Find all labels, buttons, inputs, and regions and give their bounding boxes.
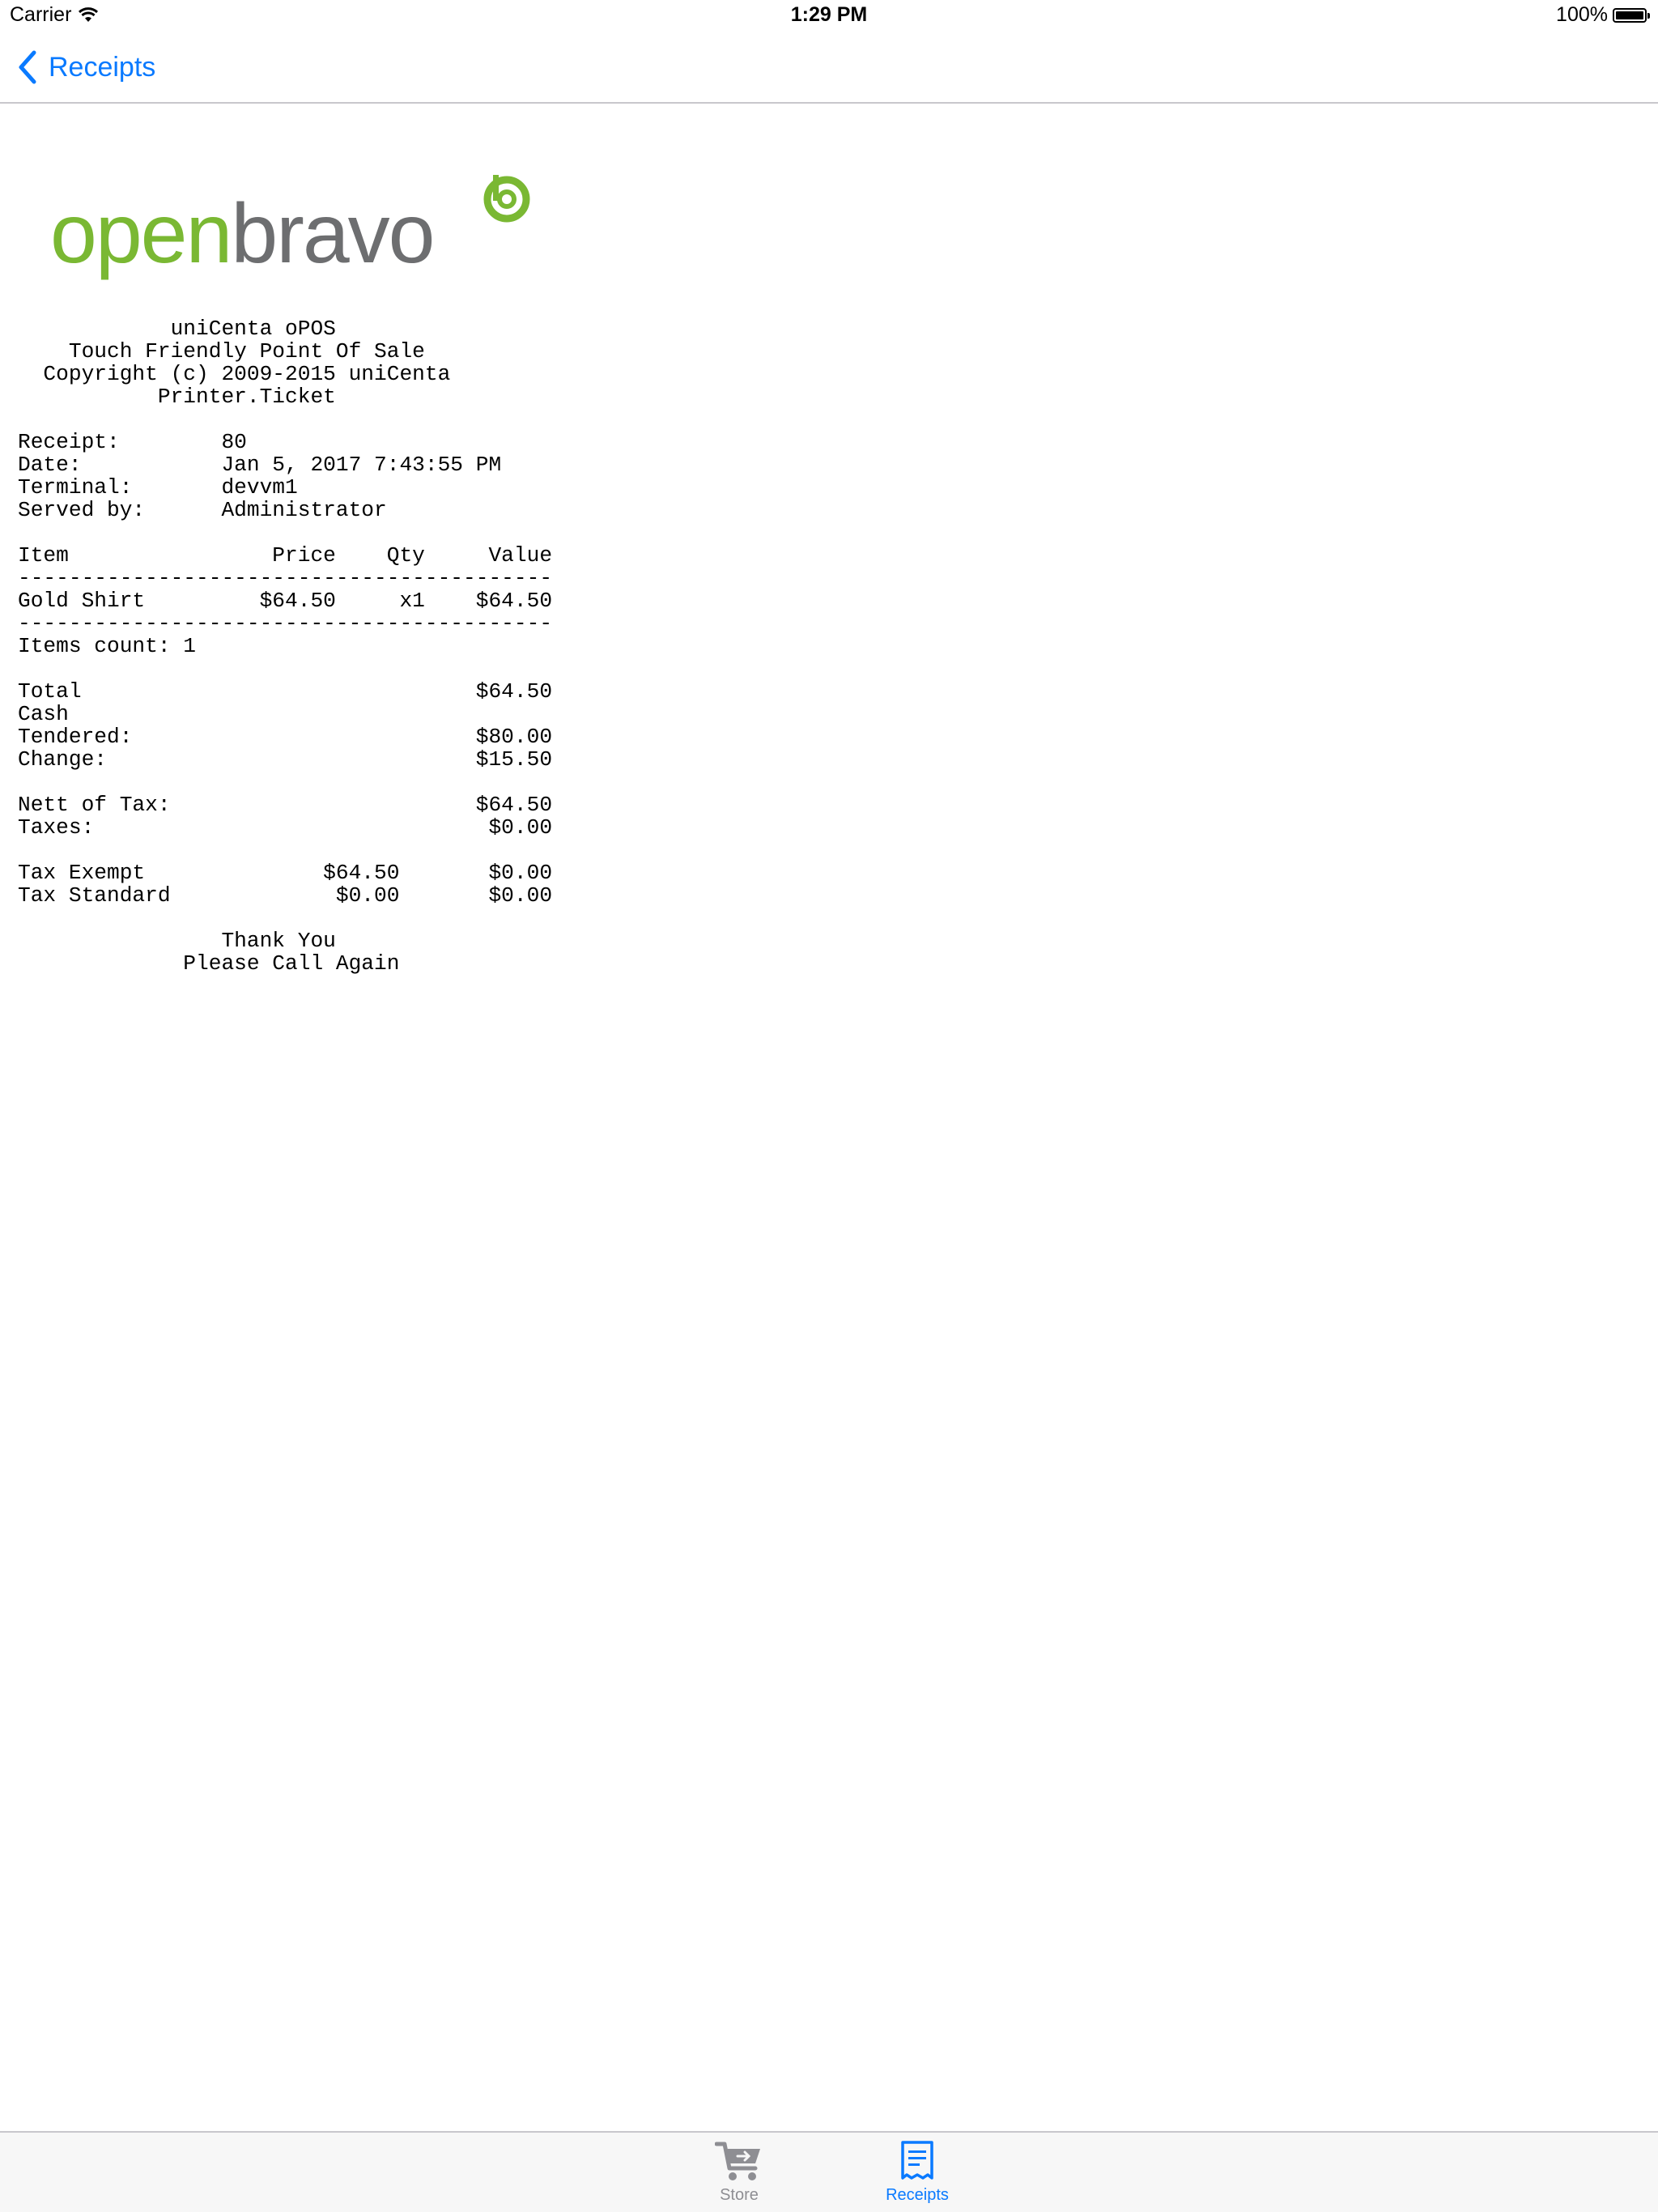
back-button-label: Receipts [49,51,156,83]
receipt-line [18,839,552,861]
status-bar: Carrier 1:29 PM 100% [0,0,1658,32]
svg-text:openbravo: openbravo [50,187,434,281]
receipt-line: Item Price Qty Value [18,543,553,568]
receipt-line: Gold Shirt $64.50 x1 $64.50 [18,589,553,613]
receipt-line: Terminal: devvm1 [18,475,298,500]
tab-bar: Store Receipts [0,2131,1658,2212]
back-button[interactable]: Receipts [18,50,155,84]
tab-store-label: Store [720,2186,759,2204]
tab-store[interactable]: Store [658,2133,820,2212]
receipt-line: Change: $15.50 [18,747,553,772]
status-battery: 100% [1556,3,1650,27]
receipt-line: Served by: Administrator [18,498,387,522]
receipt-line: Tendered: $80.00 [18,725,553,749]
receipt-line: ----------------------------------------… [18,566,553,590]
status-time: 1:29 PM [790,3,868,26]
receipt-line: Receipt: 80 [18,430,247,454]
tab-receipts[interactable]: Receipts [836,2133,998,2212]
receipt-line: Please Call Again [18,951,400,976]
receipt-line [18,907,552,929]
battery-icon [1613,7,1650,23]
receipt-icon [901,2141,933,2180]
receipt-line: Tax Exempt $64.50 $0.00 [18,861,553,885]
receipt-line [18,408,552,431]
navigation-bar: Receipts [0,32,1658,104]
openbravo-logo: openbravo [50,175,530,281]
receipt-line: Tax Standard $0.00 $0.00 [18,883,553,908]
receipt-line: Total $64.50 [18,679,553,704]
receipt-line [18,657,552,680]
tab-receipts-label: Receipts [886,2186,949,2204]
receipt-line [18,771,552,793]
receipt-line: Touch Friendly Point Of Sale [18,339,425,364]
receipt-line [18,521,552,544]
receipt-line: Cash [18,702,69,726]
receipt-line: Copyright (c) 2009-2015 uniCenta [18,362,451,386]
receipt-line: ----------------------------------------… [18,611,553,636]
receipt-line: Date: Jan 5, 2017 7:43:55 PM [18,453,502,477]
receipt-line: Items count: 1 [18,634,197,658]
receipt-line: uniCenta oPOS [18,317,336,341]
receipt-text: uniCenta oPOS Touch Friendly Point Of Sa… [18,317,552,975]
receipt-line: Printer.Ticket [18,385,336,409]
receipt-line: Taxes: $0.00 [18,815,553,840]
receipt-line: Nett of Tax: $64.50 [18,793,553,817]
cart-icon [715,2142,760,2180]
battery-percent: 100% [1556,3,1608,26]
chevron-left-icon [19,50,36,84]
receipt-line: Thank You [18,929,336,953]
